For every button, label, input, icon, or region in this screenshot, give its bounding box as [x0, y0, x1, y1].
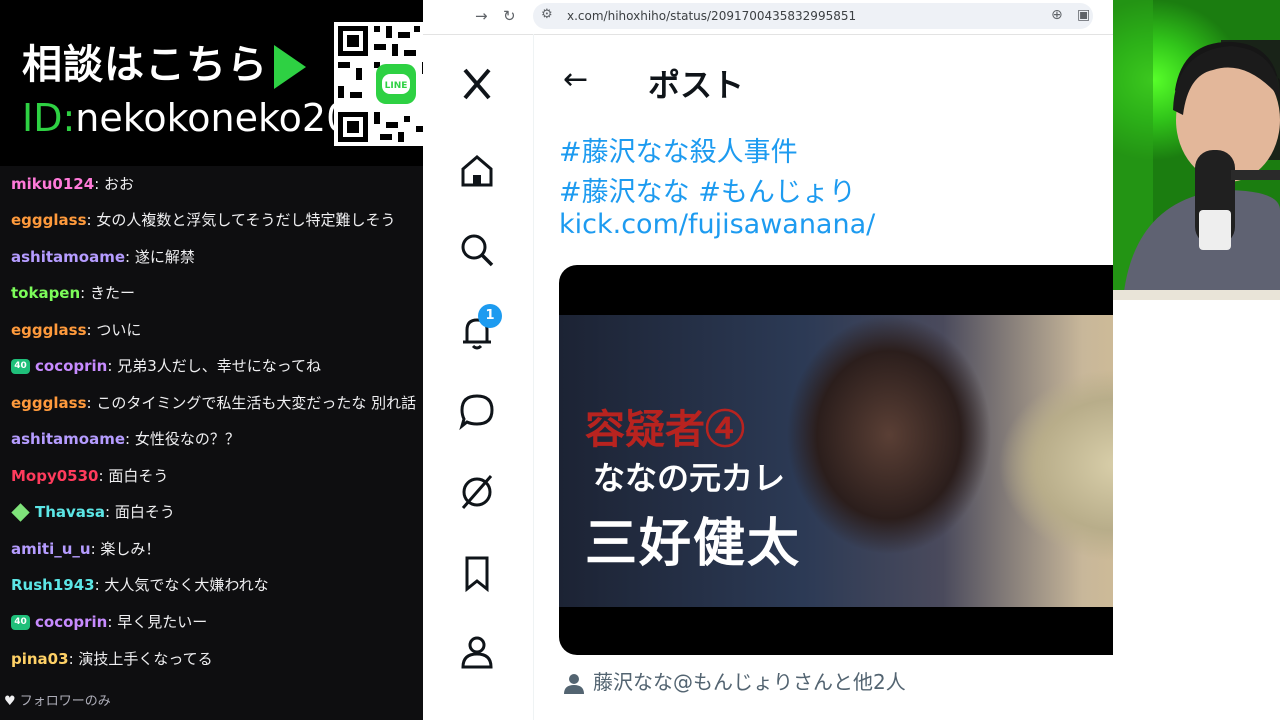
chat-text: おお: [104, 175, 135, 193]
video-still: 容疑者④ ななの元カレ 三好健太: [559, 315, 1113, 607]
x-logo-icon[interactable]: [457, 64, 497, 104]
webcam-overlay: [1113, 0, 1280, 300]
webcam-background-right: [1113, 300, 1280, 720]
chat-username[interactable]: Thavasa: [35, 503, 105, 521]
chat-text: 面白そう: [108, 467, 169, 485]
x-sidebar: 1: [423, 34, 534, 720]
chat-message: pina03: 演技上手くなってる: [11, 650, 213, 668]
forward-icon[interactable]: →: [475, 7, 488, 25]
zoom-icon[interactable]: ⊕: [1051, 7, 1063, 23]
tagged-users[interactable]: 藤沢なな@もんじょりさんと他2人: [563, 666, 906, 695]
chat-message: eggglass: ついに: [11, 321, 142, 339]
chat-text: きたー: [90, 284, 136, 302]
banner-title-text: 相談はこちら: [22, 42, 268, 88]
post-media[interactable]: 容疑者④ ななの元カレ 三好健太: [559, 265, 1113, 655]
chat-text: ついに: [96, 321, 142, 339]
chat-mode-indicator: ♥ フォロワーのみ: [4, 690, 111, 709]
site-settings-icon[interactable]: ⚙: [541, 7, 553, 22]
chat-username[interactable]: eggglass: [11, 394, 87, 412]
url-text: x.com/hihoxhiho/status/20917004358329958…: [567, 9, 857, 23]
subscriber-badge: 40: [11, 359, 30, 374]
chat-message: Mopy0530: 面白そう: [11, 467, 169, 485]
install-icon[interactable]: ▣: [1077, 7, 1090, 23]
banner-title: 相談はこちら: [22, 32, 306, 90]
tagged-text: 藤沢なな@もんじょりさんと他2人: [593, 670, 906, 694]
chat-username[interactable]: cocoprin: [35, 613, 107, 631]
chat-text: 面白そう: [114, 503, 175, 521]
chat-text: 女の人複数と浮気してそうだし特定難しそう: [96, 211, 396, 229]
chat-text: このタイミングで私生活も大変だったな 別れ話: [96, 394, 417, 412]
qr-line-label: LINE: [385, 81, 408, 91]
diamond-badge-icon: [11, 503, 30, 522]
address-bar-row: → ↻ ⚙ x.com/hihoxhiho/status/20917004358…: [423, 0, 1113, 35]
grok-icon[interactable]: [457, 472, 497, 512]
chat-message: eggglass: このタイミングで私生活も大変だったな 別れ話: [11, 394, 417, 412]
caption-subtitle: ななの元カレ: [593, 459, 786, 497]
hashtag-link[interactable]: #藤沢なな #もんじょり: [559, 170, 856, 209]
notification-count-badge: 1: [478, 304, 502, 328]
external-link[interactable]: kick.com/fujisawanana/: [559, 209, 875, 240]
chat-message: Thavasa: 面白そう: [11, 499, 175, 525]
chat-message: tokapen: きたー: [11, 284, 136, 302]
chat-username[interactable]: ashitamoame: [11, 430, 125, 448]
chat-message: amiti_u_u: 楽しみ！: [11, 540, 161, 558]
profile-icon[interactable]: [457, 632, 497, 672]
url-field[interactable]: ⚙ x.com/hihoxhiho/status/209170043583299…: [533, 3, 1093, 29]
chat-username[interactable]: eggglass: [11, 321, 87, 339]
chat-text: 大人気でなく大嫌われな: [104, 576, 269, 594]
chat-username[interactable]: Mopy0530: [11, 467, 99, 485]
bookmark-icon[interactable]: [457, 553, 497, 593]
chat-message: eggglass: 女の人複数と浮気してそうだし特定難しそう: [11, 211, 396, 229]
chat-text: 兄弟3人だし、幸せになってね: [117, 357, 321, 375]
caption-label: 容疑者④: [585, 406, 745, 453]
person-icon: [564, 673, 584, 694]
chat-text: 早く見たいー: [117, 613, 208, 631]
chat-username[interactable]: ashitamoame: [11, 248, 125, 266]
chat-username[interactable]: tokapen: [11, 284, 80, 302]
back-arrow-icon[interactable]: ←: [563, 62, 588, 97]
page-title: ポスト: [648, 66, 745, 104]
search-icon[interactable]: [457, 230, 497, 270]
chat-message: ashitamoame: 女性役なの？？: [11, 430, 240, 448]
chat-username[interactable]: Rush1943: [11, 576, 95, 594]
chat-icon[interactable]: [457, 391, 497, 431]
home-icon[interactable]: [457, 151, 497, 191]
streamer-camera-feed: [1113, 0, 1280, 300]
chat-username[interactable]: miku0124: [11, 175, 94, 193]
chat-text: 楽しみ！: [100, 540, 161, 558]
chat-text: 女性役なの？？: [134, 430, 240, 448]
chat-text: 遂に解禁: [134, 248, 195, 266]
chat-mode-label: フォロワーのみ: [19, 694, 111, 709]
chat-message: ashitamoame: 遂に解禁: [11, 248, 195, 266]
play-arrow-icon: [274, 45, 306, 89]
chat-message: Rush1943: 大人気でなく大嫌われな: [11, 576, 269, 594]
chat-message: 40 cocoprin: 兄弟3人だし、幸せになってね: [11, 353, 321, 379]
line-contact-banner: 相談はこちら ID:nekokoneko2018 LINE: [0, 0, 478, 166]
reload-icon[interactable]: ↻: [503, 7, 516, 25]
chat-text: 演技上手くなってる: [78, 650, 213, 668]
chat-username[interactable]: pina03: [11, 650, 69, 668]
chat-message: miku0124: おお: [11, 175, 135, 193]
chat-username[interactable]: eggglass: [11, 211, 87, 229]
chat-username[interactable]: cocoprin: [35, 357, 107, 375]
id-label: ID:: [22, 96, 76, 140]
caption-name: 三好健太: [585, 513, 802, 574]
subscriber-badge: 40: [11, 615, 30, 630]
heart-icon: ♥: [4, 694, 16, 709]
stream-chat: miku0124: おお eggglass: 女の人複数と浮気してそうだし特定難…: [0, 166, 423, 720]
hashtag-link[interactable]: #藤沢なな殺人事件: [559, 130, 798, 169]
browser-window: → ↻ ⚙ x.com/hihoxhiho/status/20917004358…: [423, 0, 1113, 720]
chat-message: 40 cocoprin: 早く見たいー: [11, 609, 207, 635]
chat-username[interactable]: amiti_u_u: [11, 540, 91, 558]
